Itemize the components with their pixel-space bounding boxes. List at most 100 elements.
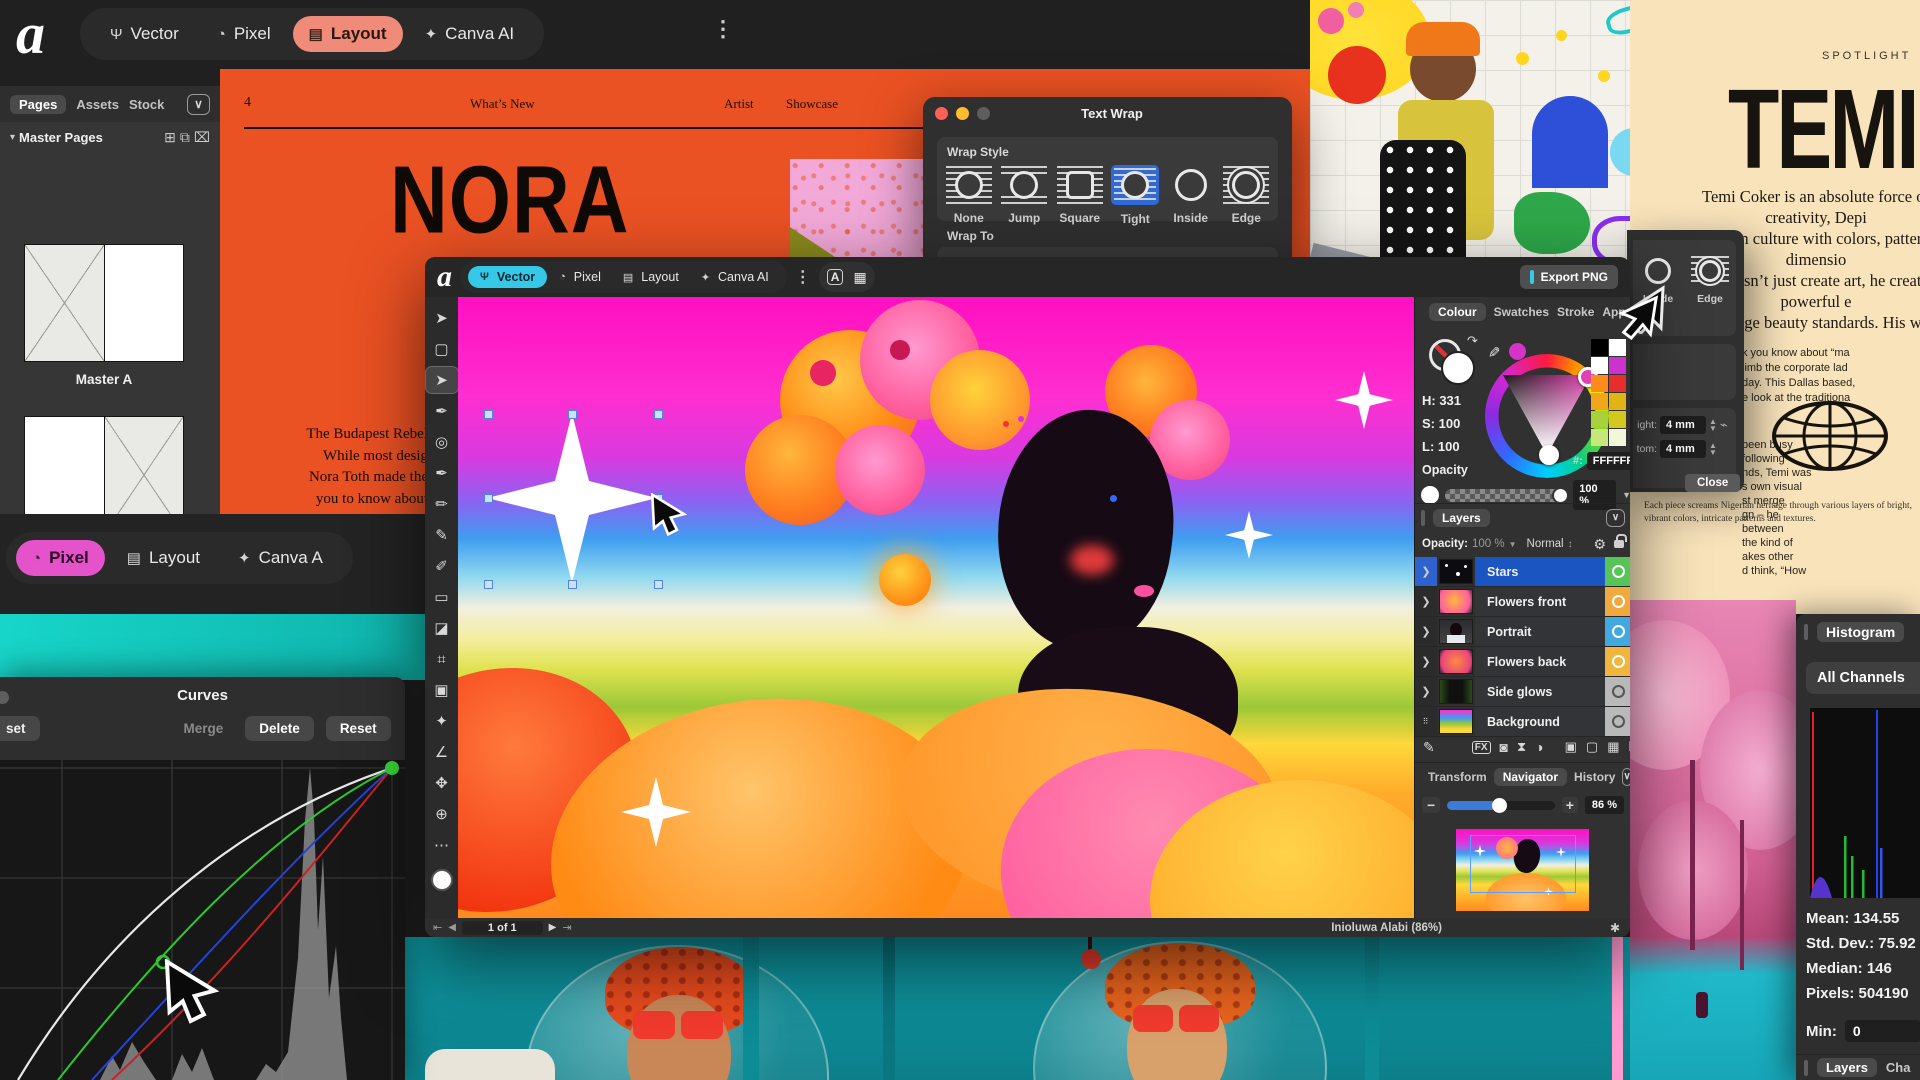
hex-field[interactable]: FFFFFF: [1587, 452, 1630, 470]
chevron-down-icon[interactable]: ▼: [1622, 490, 1630, 500]
tool-star[interactable]: ✦: [426, 708, 458, 734]
gear-icon[interactable]: ⚙: [1593, 536, 1606, 553]
last-page-icon[interactable]: ⇥: [562, 921, 571, 934]
layer-row-flowers-back[interactable]: ❯ Flowers back: [1415, 647, 1630, 677]
merge-button[interactable]: Merge: [174, 716, 234, 741]
tool-pen[interactable]: ✒: [426, 460, 458, 486]
fx-icon[interactable]: FX: [1472, 741, 1491, 754]
tab-swatches[interactable]: Swatches: [1494, 305, 1549, 319]
adjustment-layer-icon[interactable]: ⧗: [1517, 739, 1526, 755]
blend-mode-select[interactable]: Normal: [1527, 538, 1564, 550]
visibility-toggle[interactable]: [1605, 707, 1630, 736]
swatch[interactable]: [1591, 411, 1608, 428]
zoom-in-button[interactable]: +: [1562, 797, 1578, 813]
zoom-value[interactable]: 86 %: [1585, 796, 1624, 814]
min-field[interactable]: 0: [1845, 1020, 1920, 1042]
swatch[interactable]: [1609, 357, 1626, 374]
link-dimensions-icon[interactable]: ⌁: [1720, 417, 1728, 433]
swatch[interactable]: [1609, 375, 1626, 392]
delete-button[interactable]: Delete: [245, 716, 314, 741]
swatch[interactable]: [1609, 411, 1626, 428]
tab-layers[interactable]: Layers: [1817, 1058, 1877, 1077]
opacity-slider[interactable]: [1445, 489, 1567, 502]
navigator-viewport[interactable]: [1470, 835, 1576, 893]
tool-more[interactable]: ⋯: [426, 832, 458, 858]
tab-stroke[interactable]: Stroke: [1557, 305, 1594, 319]
swatch[interactable]: [1591, 339, 1608, 356]
panel-grip[interactable]: [1804, 1060, 1808, 1076]
tool-vector-brush[interactable]: ✎: [426, 522, 458, 548]
new-image-icon[interactable]: ▣: [1565, 739, 1577, 755]
expand-chevron-icon[interactable]: ❯: [1415, 557, 1437, 586]
visibility-toggle[interactable]: [1605, 557, 1630, 586]
favorite-icon[interactable]: ✱: [1610, 921, 1620, 935]
delete-page-icon[interactable]: ⌧: [194, 129, 210, 146]
tab-layout[interactable]: ▤Layout: [293, 16, 403, 52]
tab-colour[interactable]: Colour: [1429, 303, 1486, 321]
wrap-style-jump[interactable]: Jump: [997, 166, 1053, 225]
tool-select[interactable]: ➤: [426, 305, 458, 331]
chevron-down-icon[interactable]: ▼: [1509, 540, 1517, 549]
tab-canva-ai[interactable]: ✦Canva AI: [691, 266, 779, 288]
tab-navigator[interactable]: Navigator: [1494, 768, 1567, 786]
tab-canva-ai[interactable]: ✦Canva A: [222, 540, 339, 576]
pattern-layer-icon[interactable]: ▦: [1607, 739, 1619, 755]
distance-right-value[interactable]: 4 mm: [1660, 416, 1706, 434]
wrap-style-none[interactable]: None: [941, 166, 997, 225]
eyedropper-icon[interactable]: ✎: [1484, 346, 1502, 359]
swatch[interactable]: [1591, 375, 1608, 392]
opacity-slider-knob[interactable]: [1552, 487, 1569, 504]
panel-grip[interactable]: [1804, 624, 1808, 640]
tab-transform[interactable]: Transform: [1428, 770, 1487, 784]
expand-chevron-icon[interactable]: ❯: [1415, 587, 1437, 616]
fill-swatch[interactable]: [1441, 351, 1475, 385]
layer-row-portrait[interactable]: ❯ Portrait: [1415, 617, 1630, 647]
tab-assets[interactable]: Assets: [76, 97, 119, 112]
swatch[interactable]: [1591, 357, 1608, 374]
swatch[interactable]: [1609, 429, 1626, 446]
edit-mask-icon[interactable]: ✎: [1423, 739, 1435, 756]
prev-page-icon[interactable]: ◀: [448, 922, 456, 933]
sparkle-star-selected[interactable]: [487, 413, 657, 583]
swatch[interactable]: [1609, 339, 1626, 356]
sl-selector[interactable]: [1539, 445, 1559, 465]
layer-row-side-glows[interactable]: ❯ Side glows: [1415, 677, 1630, 707]
visibility-toggle[interactable]: [1605, 617, 1630, 646]
panel-chevron-icon[interactable]: ∨: [1622, 768, 1630, 786]
tab-stock[interactable]: Stock: [129, 97, 164, 112]
layer-row-stars[interactable]: ❯ Stars: [1415, 557, 1630, 587]
navigator-preview[interactable]: [1456, 829, 1589, 911]
tool-hand[interactable]: ✥: [426, 770, 458, 796]
master-a-spread[interactable]: [24, 244, 184, 362]
wrap-style-tight[interactable]: Tight: [1108, 165, 1164, 226]
tab-canva-ai[interactable]: ✦Canva AI: [409, 16, 531, 52]
add-page-icon[interactable]: ⊞: [164, 129, 176, 146]
color-well[interactable]: [431, 869, 453, 891]
reset-button[interactable]: Reset: [326, 716, 391, 741]
tool-frame[interactable]: ▣: [426, 677, 458, 703]
histogram-title[interactable]: Histogram: [1817, 622, 1904, 642]
tool-measure[interactable]: ∠: [426, 739, 458, 765]
tab-pixel[interactable]: ◔Pixel: [201, 16, 287, 52]
tab-vector[interactable]: ΨVector: [468, 266, 547, 288]
tab-pixel[interactable]: ◔Pixel: [16, 540, 105, 576]
layer-row-flowers-front[interactable]: ❯ Flowers front: [1415, 587, 1630, 617]
stepper-icon[interactable]: ▲▼: [1709, 418, 1717, 432]
tab-vector[interactable]: ΨVector: [94, 16, 195, 52]
swatch[interactable]: [1591, 429, 1608, 446]
delete-layer-icon[interactable]: ⌧: [1628, 739, 1630, 755]
expand-chevron-icon[interactable]: ❯: [1415, 617, 1437, 646]
expand-chevron-icon[interactable]: ❯: [1415, 647, 1437, 676]
distance-bottom-value[interactable]: 4 mm: [1660, 440, 1706, 458]
overflow-menu-icon[interactable]: ⋮: [795, 267, 811, 287]
swatch[interactable]: [1609, 393, 1626, 410]
zoom-slider[interactable]: [1447, 801, 1555, 810]
swap-colors-icon[interactable]: ↷: [1467, 333, 1478, 349]
visibility-toggle[interactable]: [1605, 647, 1630, 676]
canvas[interactable]: [458, 297, 1414, 918]
first-page-icon[interactable]: ⇤: [433, 921, 442, 934]
group-layers-icon[interactable]: ▢: [1586, 739, 1598, 755]
visibility-toggle[interactable]: [1605, 677, 1630, 706]
master-pages-header[interactable]: Master Pages: [19, 130, 103, 145]
tool-pencil[interactable]: ✏: [426, 491, 458, 517]
